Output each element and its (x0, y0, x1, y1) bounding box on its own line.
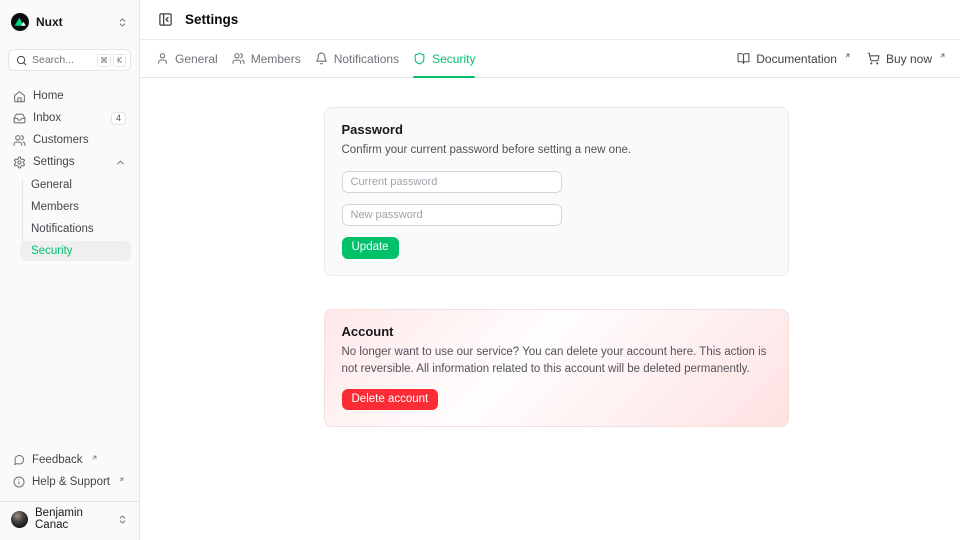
toolbar-link-label: Buy now (886, 52, 932, 66)
sidebar-item-label: Members (31, 201, 79, 213)
footer-link-label: Feedback (32, 454, 83, 466)
update-password-button[interactable]: Update (342, 237, 399, 259)
password-card-title: Password (342, 122, 771, 137)
current-password-input[interactable] (342, 171, 562, 193)
sidebar-item-label: Security (31, 245, 73, 257)
sidebar: Nuxt Search... ⌘ K Home Inbox 4 (0, 0, 140, 540)
page-title: Settings (185, 12, 238, 27)
page-header: Settings (140, 0, 960, 40)
main-area: Settings General Members Notifications (140, 0, 960, 540)
new-password-input[interactable] (342, 204, 562, 226)
external-link-icon (939, 52, 946, 59)
sidebar-item-notifications[interactable]: Notifications (20, 219, 131, 239)
kbd-k: K (113, 54, 126, 67)
sidebar-item-label: Home (33, 90, 126, 102)
search-input[interactable]: Search... ⌘ K (8, 49, 131, 71)
users-icon (13, 134, 26, 147)
kbd-command: ⌘ (97, 54, 111, 67)
sidebar-item-security[interactable]: Security (20, 241, 131, 261)
sidebar-toggle-button[interactable] (156, 10, 175, 29)
user-name: Benjamin Canac (35, 507, 110, 531)
nuxt-logo-icon (11, 13, 29, 31)
help-support-link[interactable]: Help & Support (8, 471, 131, 493)
users-icon (232, 52, 245, 65)
toolbar-links: Documentation Buy now (737, 52, 946, 66)
tab-members[interactable]: Members (232, 40, 301, 77)
tab-general[interactable]: General (156, 40, 218, 77)
inbox-icon (13, 112, 26, 125)
user-menu[interactable]: Benjamin Canac (8, 504, 131, 534)
buy-now-link[interactable]: Buy now (867, 52, 946, 66)
gear-icon (13, 156, 26, 169)
sidebar-item-label: Customers (33, 134, 126, 146)
sidebar-item-label: General (31, 179, 72, 191)
book-open-icon (737, 52, 750, 65)
account-card: Account No longer want to use our servic… (324, 309, 789, 428)
toolbar-link-label: Documentation (756, 52, 837, 66)
account-card-description: No longer want to use our service? You c… (342, 344, 771, 378)
sidebar-item-home[interactable]: Home (8, 85, 131, 107)
documentation-link[interactable]: Documentation (737, 52, 851, 66)
chat-bubble-icon (13, 454, 25, 466)
tab-label: Members (251, 52, 301, 66)
user-icon (156, 52, 169, 65)
chevrons-up-down-icon (117, 514, 128, 525)
sidebar-item-customers[interactable]: Customers (8, 129, 131, 151)
tab-label: Notifications (334, 52, 399, 66)
tab-label: General (175, 52, 218, 66)
external-link-icon (91, 454, 98, 461)
sidebar-item-label: Notifications (31, 223, 94, 235)
chevrons-up-down-icon (117, 17, 128, 28)
sidebar-item-general[interactable]: General (20, 175, 131, 195)
sidebar-item-members[interactable]: Members (20, 197, 131, 217)
search-placeholder: Search... (32, 54, 92, 66)
sidebar-item-label: Settings (33, 156, 108, 168)
search-icon (16, 55, 27, 66)
workspace-name: Nuxt (36, 15, 110, 29)
inbox-count-badge: 4 (111, 112, 126, 125)
info-icon (13, 476, 25, 488)
sidebar-item-label: Inbox (33, 112, 104, 124)
workspace-selector[interactable]: Nuxt (8, 10, 131, 34)
sidebar-divider (0, 501, 139, 502)
search-shortcut: ⌘ K (97, 54, 126, 67)
sidebar-nav: Home Inbox 4 Customers Settings (8, 85, 131, 263)
sidebar-item-settings[interactable]: Settings (8, 151, 131, 173)
shield-icon (413, 52, 426, 65)
external-link-icon (844, 52, 851, 59)
account-card-title: Account (342, 324, 771, 339)
tab-label: Security (432, 52, 475, 66)
password-card: Password Confirm your current password b… (324, 107, 789, 276)
cart-icon (867, 52, 880, 65)
bell-icon (315, 52, 328, 65)
home-icon (13, 90, 26, 103)
tab-security[interactable]: Security (413, 40, 475, 77)
tabs: General Members Notifications Security (156, 40, 475, 77)
footer-link-label: Help & Support (32, 476, 110, 488)
sidebar-item-inbox[interactable]: Inbox 4 (8, 107, 131, 129)
password-card-description: Confirm your current password before set… (342, 142, 771, 159)
settings-security-panel: Password Confirm your current password b… (140, 78, 960, 540)
tab-bar: General Members Notifications Security (140, 40, 960, 78)
chevron-up-icon (115, 157, 126, 168)
sidebar-spacer (8, 263, 131, 449)
tab-notifications[interactable]: Notifications (315, 40, 399, 77)
avatar (11, 511, 28, 528)
delete-account-button[interactable]: Delete account (342, 389, 439, 411)
sidebar-toggle-icon (158, 12, 173, 27)
external-link-icon (118, 476, 125, 483)
settings-subnav: General Members Notifications Security (20, 175, 131, 263)
feedback-link[interactable]: Feedback (8, 449, 131, 471)
